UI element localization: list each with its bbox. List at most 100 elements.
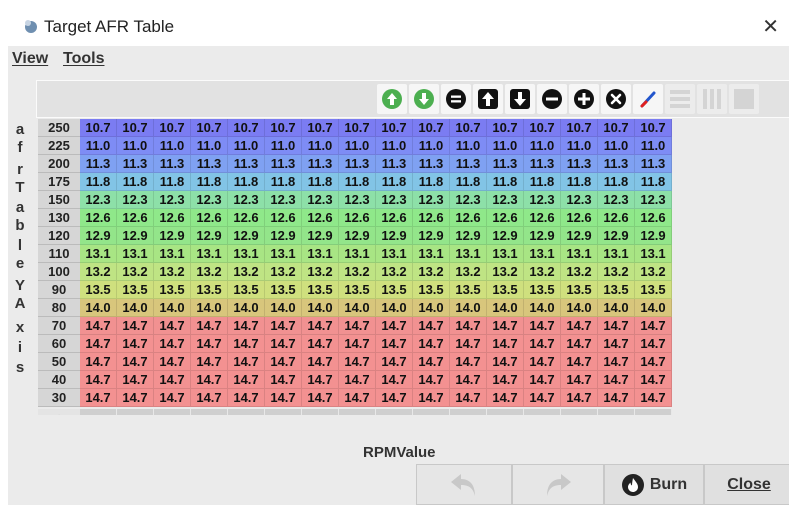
table-cell[interactable]: 11.3 <box>265 155 302 173</box>
x-axis-value[interactable]: 4400 <box>561 409 598 415</box>
table-cell[interactable]: 12.9 <box>302 227 339 245</box>
table-cell[interactable]: 12.6 <box>80 209 117 227</box>
table-cell[interactable]: 11.0 <box>450 137 487 155</box>
table-cell[interactable]: 13.1 <box>154 245 191 263</box>
table-cell[interactable]: 12.3 <box>339 191 376 209</box>
table-cell[interactable]: 11.8 <box>191 173 228 191</box>
table-cell[interactable]: 14.7 <box>265 353 302 371</box>
table-cell[interactable]: 14.7 <box>228 389 265 407</box>
table-cell[interactable]: 14.0 <box>339 299 376 317</box>
table-cell[interactable]: 14.7 <box>339 371 376 389</box>
table-cell[interactable]: 14.7 <box>635 353 672 371</box>
table-cell[interactable]: 10.7 <box>598 119 635 137</box>
table-cell[interactable]: 14.7 <box>413 353 450 371</box>
interpolate-pen-button[interactable] <box>633 84 663 114</box>
table-cell[interactable]: 14.7 <box>228 353 265 371</box>
table-cell[interactable]: 12.6 <box>561 209 598 227</box>
table-cell[interactable]: 11.0 <box>413 137 450 155</box>
table-cell[interactable]: 11.0 <box>265 137 302 155</box>
table-cell[interactable]: 14.7 <box>80 389 117 407</box>
table-cell[interactable]: 12.3 <box>302 191 339 209</box>
table-cell[interactable]: 14.7 <box>376 317 413 335</box>
table-cell[interactable]: 13.1 <box>191 245 228 263</box>
table-cell[interactable]: 14.7 <box>450 389 487 407</box>
y-axis-value[interactable]: 175 <box>38 173 80 191</box>
table-cell[interactable]: 10.7 <box>154 119 191 137</box>
table-cell[interactable]: 14.7 <box>339 317 376 335</box>
table-cell[interactable]: 13.1 <box>302 245 339 263</box>
table-cell[interactable]: 14.7 <box>154 317 191 335</box>
table-cell[interactable]: 13.2 <box>191 263 228 281</box>
table-cell[interactable]: 14.0 <box>154 299 191 317</box>
table-cell[interactable]: 14.7 <box>413 389 450 407</box>
y-axis-value[interactable]: 80 <box>38 299 80 317</box>
y-axis-value[interactable]: 90 <box>38 281 80 299</box>
fill-button[interactable] <box>729 84 759 114</box>
table-cell[interactable]: 13.2 <box>487 263 524 281</box>
table-cell[interactable]: 14.7 <box>117 371 154 389</box>
table-cell[interactable]: 11.0 <box>598 137 635 155</box>
table-cell[interactable]: 14.7 <box>413 317 450 335</box>
table-cell[interactable]: 13.5 <box>265 281 302 299</box>
table-cell[interactable]: 11.3 <box>154 155 191 173</box>
table-cell[interactable]: 13.1 <box>339 245 376 263</box>
table-cell[interactable]: 11.8 <box>598 173 635 191</box>
table-cell[interactable]: 13.5 <box>302 281 339 299</box>
table-cell[interactable]: 14.7 <box>376 389 413 407</box>
table-cell[interactable]: 13.1 <box>450 245 487 263</box>
table-cell[interactable]: 11.3 <box>191 155 228 173</box>
table-cell[interactable]: 12.3 <box>154 191 191 209</box>
y-axis-value[interactable]: 150 <box>38 191 80 209</box>
table-cell[interactable]: 11.8 <box>154 173 191 191</box>
table-cell[interactable]: 14.7 <box>154 335 191 353</box>
table-cell[interactable]: 13.1 <box>376 245 413 263</box>
x-axis-value[interactable]: 2900 <box>376 409 413 415</box>
x-axis-value[interactable]: 4700 <box>598 409 635 415</box>
table-cell[interactable]: 14.7 <box>154 389 191 407</box>
table-cell[interactable]: 11.3 <box>561 155 598 173</box>
table-cell[interactable]: 11.8 <box>450 173 487 191</box>
table-cell[interactable]: 10.7 <box>561 119 598 137</box>
table-cell[interactable]: 14.7 <box>80 335 117 353</box>
table-cell[interactable]: 14.7 <box>487 389 524 407</box>
table-cell[interactable]: 13.5 <box>117 281 154 299</box>
y-axis-value[interactable]: 130 <box>38 209 80 227</box>
table-cell[interactable]: 11.0 <box>302 137 339 155</box>
arrow-down-button[interactable] <box>505 84 535 114</box>
table-cell[interactable]: 11.3 <box>376 155 413 173</box>
table-cell[interactable]: 14.7 <box>524 353 561 371</box>
table-cell[interactable]: 14.7 <box>80 371 117 389</box>
vertical-smooth-button[interactable] <box>697 84 727 114</box>
y-axis-value[interactable]: 120 <box>38 227 80 245</box>
table-cell[interactable]: 11.3 <box>635 155 672 173</box>
table-cell[interactable]: 14.7 <box>265 389 302 407</box>
table-cell[interactable]: 14.7 <box>561 353 598 371</box>
table-cell[interactable]: 13.5 <box>635 281 672 299</box>
table-cell[interactable]: 13.5 <box>598 281 635 299</box>
table-cell[interactable]: 14.7 <box>339 353 376 371</box>
table-cell[interactable]: 11.3 <box>117 155 154 173</box>
y-axis-value[interactable]: 60 <box>38 335 80 353</box>
table-cell[interactable]: 13.5 <box>376 281 413 299</box>
table-cell[interactable]: 14.7 <box>450 317 487 335</box>
table-cell[interactable]: 13.2 <box>80 263 117 281</box>
table-cell[interactable]: 14.7 <box>635 371 672 389</box>
table-cell[interactable]: 12.9 <box>376 227 413 245</box>
table-cell[interactable]: 12.6 <box>265 209 302 227</box>
y-axis-value[interactable]: 100 <box>38 263 80 281</box>
table-cell[interactable]: 12.3 <box>635 191 672 209</box>
table-cell[interactable]: 14.7 <box>524 389 561 407</box>
table-cell[interactable]: 12.6 <box>154 209 191 227</box>
table-cell[interactable]: 13.2 <box>635 263 672 281</box>
table-cell[interactable]: 14.7 <box>339 335 376 353</box>
table-cell[interactable]: 12.3 <box>191 191 228 209</box>
table-cell[interactable]: 12.9 <box>450 227 487 245</box>
table-cell[interactable]: 13.5 <box>154 281 191 299</box>
table-cell[interactable]: 12.3 <box>598 191 635 209</box>
table-cell[interactable]: 14.7 <box>376 353 413 371</box>
table-cell[interactable]: 13.5 <box>228 281 265 299</box>
table-cell[interactable]: 13.1 <box>487 245 524 263</box>
table-cell[interactable]: 14.7 <box>339 389 376 407</box>
y-axis-value[interactable]: 50 <box>38 353 80 371</box>
table-cell[interactable]: 12.9 <box>524 227 561 245</box>
